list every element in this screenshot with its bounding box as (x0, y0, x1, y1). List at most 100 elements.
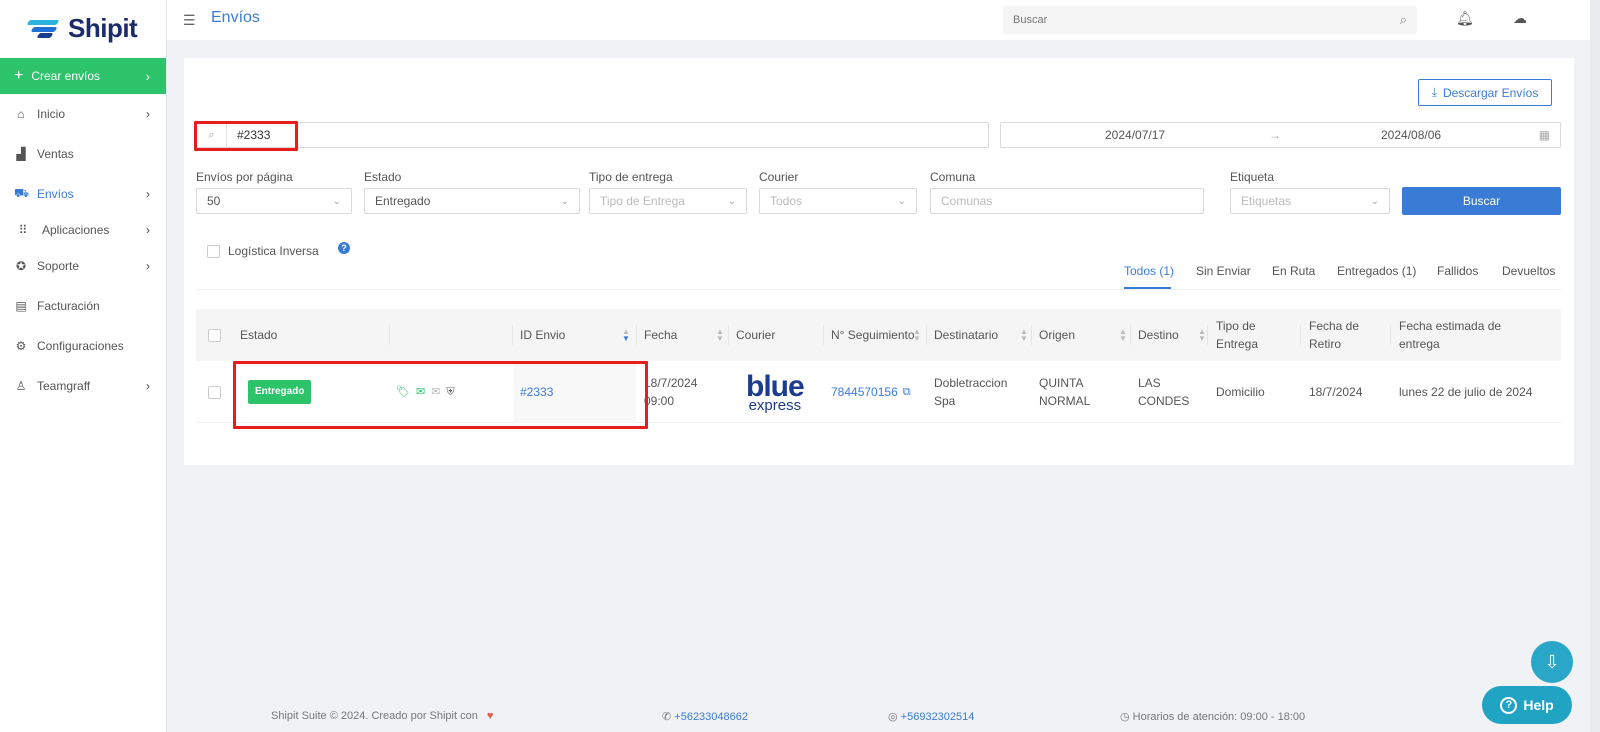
brand-name: Shipit (68, 12, 138, 43)
tipo-entrega-cell: Domicilio (1216, 385, 1265, 399)
column-divider (389, 325, 390, 345)
sidebar-item-label: Ventas (37, 147, 74, 161)
chevron-down-icon: ⌄ (560, 195, 569, 207)
tab-devueltos[interactable]: Devueltos (1502, 264, 1555, 278)
sort-icon[interactable]: ▲ ▼ (1119, 328, 1127, 343)
col-origen[interactable]: Origen ▲ ▼ (1039, 309, 1129, 361)
fecha-estimada-cell: lunes 22 de julio de 2024 (1399, 385, 1533, 399)
sidebar-item-teamgraff[interactable]: ♙ Teamgraff › (0, 366, 166, 406)
row-select-cell[interactable] (208, 361, 221, 423)
sort-icon[interactable]: ▲ ▼ (716, 328, 724, 343)
col-fecha-label: Fecha (644, 328, 678, 342)
sidebar-item-inicio[interactable]: ⌂ Inicio › (0, 94, 166, 134)
column-divider (823, 325, 824, 345)
estado-select[interactable]: Entregado ⌄ (364, 188, 580, 214)
seguimiento-cell: 7844570156 ⧉ (831, 361, 911, 423)
download-icon: ⤓ (1431, 85, 1437, 99)
courier-label: Courier (759, 170, 799, 184)
fecha-cell: 18/7/2024 09:00 (644, 376, 698, 408)
estado-value: Entregado (375, 194, 431, 208)
search-button[interactable]: Buscar (1402, 187, 1561, 215)
sidebar-item-configuraciones[interactable]: ⚙ Configuraciones (0, 326, 166, 366)
sidebar-item-envios[interactable]: ⛟ Envíos › (0, 174, 166, 214)
courier-select[interactable]: Todos ⌄ (759, 188, 917, 214)
date-start[interactable]: 2024/07/17 (1105, 128, 1165, 142)
topbar: ☰ Envíos ⌕ 🔔︎ ☁ (167, 0, 1600, 40)
col-fecha[interactable]: Fecha ▲ ▼ (644, 309, 724, 361)
sidebar-item-label: Envíos (37, 187, 74, 201)
blue-express-logo: blue express (746, 371, 805, 413)
row-checkbox[interactable] (208, 385, 221, 399)
sidebar-item-ventas[interactable]: ▟ Ventas (0, 134, 166, 174)
lifebuoy-icon: ✪ (15, 259, 27, 273)
search-icon[interactable]: ⌕ (1400, 12, 1407, 28)
col-destinatario[interactable]: Destinatario ▲ ▼ (934, 309, 1028, 361)
sidebar-item-facturacion[interactable]: ▤ Facturación (0, 286, 166, 326)
chevron-right-icon: › (146, 187, 150, 201)
sort-icon[interactable]: ▲ ▼ (622, 328, 630, 343)
whatsapp-link[interactable]: +56932302514 (901, 711, 975, 723)
logistica-inversa-checkbox[interactable] (207, 244, 220, 258)
logistica-inversa-toggle[interactable]: Logística Inversa (207, 244, 319, 258)
user-icon: ♙ (15, 379, 27, 393)
create-shipment-button[interactable]: + Crear envíos › (0, 58, 166, 94)
menu-collapse-icon[interactable]: ☰ (183, 12, 196, 29)
phone-link[interactable]: +56233048662 (674, 711, 748, 723)
select-all-checkbox[interactable] (208, 328, 221, 342)
grid-icon: ⠿ (18, 223, 28, 237)
per-page-label: Envíos por página (196, 170, 293, 184)
sidebar-item-aplicaciones[interactable]: ⠿ Aplicaciones › (0, 214, 166, 246)
sidebar-item-label: Inicio (37, 107, 66, 121)
tracking-number-link[interactable]: 7844570156 (831, 383, 898, 401)
cloud-download-icon[interactable]: ☁ (1513, 10, 1527, 27)
help-button[interactable]: ? Help (1482, 686, 1572, 724)
shipments-panel: ⤓ Descargar Envíos ⌕ 2024/07/17 → 2024/0… (184, 58, 1574, 465)
tab-sin-enviar[interactable]: Sin Enviar (1196, 264, 1251, 278)
help-label: Help (1523, 697, 1554, 713)
arrow-right-icon: → (1269, 128, 1281, 142)
col-id-envio[interactable]: ID Envio ▲ ▼ (520, 309, 630, 361)
footer-phone: ✆ +56233048662 (662, 710, 748, 723)
sort-icon[interactable]: ▲ ▼ (1020, 328, 1028, 343)
etiqueta-select[interactable]: Etiquetas ⌄ (1230, 188, 1390, 214)
help-circle-icon[interactable]: ? (338, 242, 350, 254)
scrollbar[interactable] (1590, 0, 1600, 732)
col-destino[interactable]: Destino ▲ ▼ (1138, 309, 1208, 361)
column-divider (1207, 325, 1208, 345)
download-shipments-button[interactable]: ⤓ Descargar Envíos (1418, 79, 1552, 106)
highlight-box (194, 121, 298, 151)
tab-en-ruta[interactable]: En Ruta (1272, 264, 1315, 278)
global-search-input[interactable] (1013, 14, 1353, 26)
select-all-cell[interactable] (208, 309, 221, 361)
tab-fallidos[interactable]: Fallidos (1437, 264, 1478, 278)
tipo-entrega-placeholder: Tipo de Entrega (600, 194, 685, 208)
courier-cell: blue express (746, 361, 805, 423)
bell-icon[interactable]: 🔔︎ (1456, 10, 1474, 27)
col-seguimiento[interactable]: N° Seguimiento ▲ ▼ (831, 309, 921, 361)
col-tipo-entrega: Tipo de Entrega (1216, 319, 1259, 351)
gear-icon: ⚙ (15, 339, 27, 353)
sidebar-item-soporte[interactable]: ✪ Soporte › (0, 246, 166, 286)
sort-icon[interactable]: ▲ ▼ (1198, 328, 1206, 343)
shipment-search[interactable]: ⌕ (196, 122, 989, 148)
date-range-picker[interactable]: 2024/07/17 → 2024/08/06 ▦ (1000, 122, 1561, 148)
create-shipment-label: Crear envíos (31, 69, 101, 83)
tipo-entrega-label: Tipo de entrega (589, 170, 673, 184)
shipment-search-input[interactable] (227, 128, 927, 142)
logistica-inversa-label: Logística Inversa (228, 244, 319, 258)
page-title: Envíos (211, 9, 260, 26)
shipit-logo-mark (26, 18, 62, 38)
date-end[interactable]: 2024/08/06 (1381, 128, 1441, 142)
invoice-icon: ▤ (15, 299, 27, 313)
global-search[interactable]: ⌕ (1003, 6, 1417, 34)
support-widget-icon[interactable]: ⇩ (1531, 641, 1573, 683)
sort-icon[interactable]: ▲ ▼ (913, 328, 921, 343)
tab-todos[interactable]: Todos (1) (1124, 264, 1174, 278)
question-icon: ? (1500, 696, 1518, 714)
comuna-select[interactable]: Comunas (930, 188, 1204, 214)
shipit-logo[interactable]: Shipit (0, 0, 166, 56)
copy-icon[interactable]: ⧉ (903, 383, 911, 401)
tab-entregados[interactable]: Entregados (1) (1337, 264, 1416, 278)
tipo-entrega-select[interactable]: Tipo de Entrega ⌄ (589, 188, 747, 214)
per-page-select[interactable]: 50 ⌄ (196, 188, 352, 214)
